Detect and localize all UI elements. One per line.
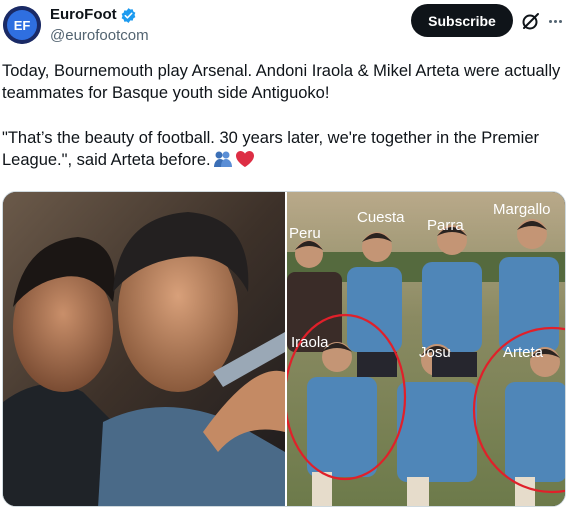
label-parra: Parra — [427, 217, 464, 234]
label-margallo: Margallo — [493, 201, 551, 218]
tweet-text: Today, Bournemouth play Arsenal. Andoni … — [2, 60, 562, 171]
tweet-paragraph-1: Today, Bournemouth play Arsenal. Andoni … — [2, 62, 561, 102]
handle[interactable]: @eurofootcom — [50, 26, 149, 46]
author-block: EuroFoot @eurofootcom — [50, 6, 149, 46]
photo-antiguoko-youth-team[interactable]: Peru Cuesta Parra Margallo Iraola Josu A… — [287, 192, 565, 506]
label-peru: Peru — [289, 225, 321, 242]
verified-badge-icon — [121, 7, 136, 23]
avatar[interactable]: EF — [3, 6, 41, 44]
tweet-media[interactable]: Peru Cuesta Parra Margallo Iraola Josu A… — [2, 191, 566, 507]
label-iraola: Iraola — [291, 334, 329, 351]
red-heart-emoji-icon — [235, 151, 254, 167]
label-arteta: Arteta — [503, 344, 544, 361]
tweet-header: EF EuroFoot @eurofootcom Subscribe — [0, 0, 567, 56]
more-options-icon[interactable] — [545, 9, 565, 33]
grok-icon[interactable] — [519, 9, 543, 33]
eurofoot-logo-icon: EF — [3, 6, 41, 44]
avatar-text: EF — [14, 18, 31, 33]
tweet-paragraph-2: "That’s the beauty of football. 30 years… — [2, 127, 562, 171]
display-name-text: EuroFoot — [50, 6, 117, 23]
photo-arteta-iraola-embrace[interactable] — [3, 192, 285, 506]
display-name[interactable]: EuroFoot — [50, 6, 137, 24]
subscribe-button[interactable]: Subscribe — [411, 4, 513, 37]
label-cuesta: Cuesta — [357, 209, 405, 226]
people-hugging-emoji-icon — [213, 151, 232, 167]
label-josu: Josu — [419, 344, 451, 361]
tweet-paragraph-2-text: "That’s the beauty of football. 30 years… — [2, 129, 539, 169]
